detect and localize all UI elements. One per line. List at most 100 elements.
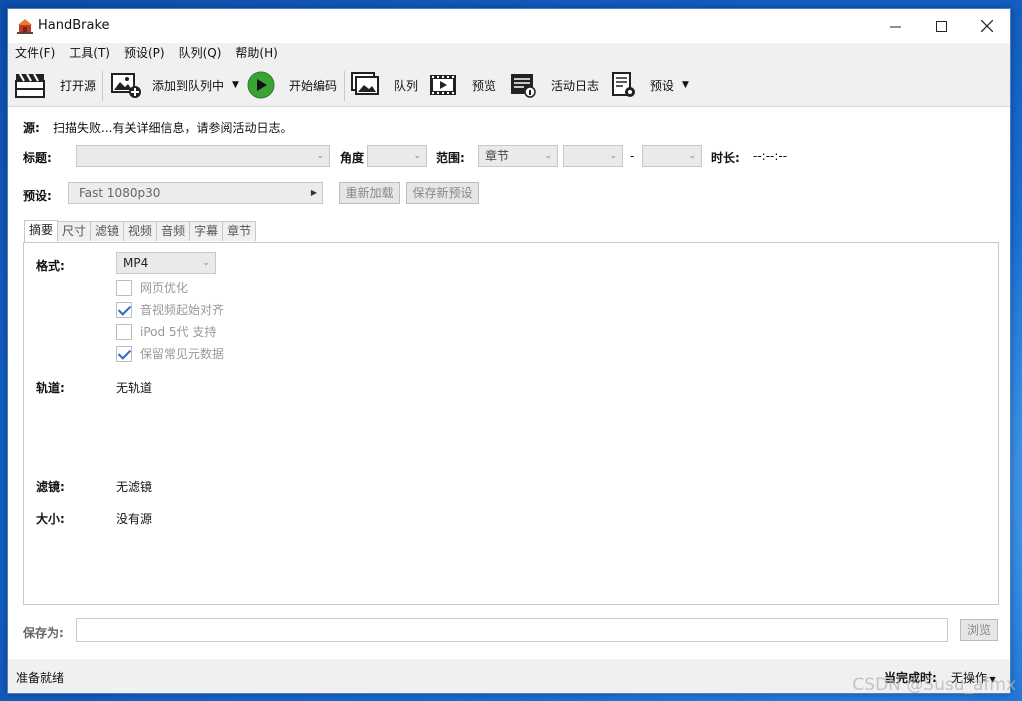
title-select[interactable]: ⌄ (76, 145, 330, 167)
web-optimized-checkbox[interactable] (116, 279, 132, 296)
tab-chapters[interactable]: 章节 (222, 221, 257, 241)
preset-select[interactable]: Fast 1080p30 ▶ (68, 182, 323, 204)
menu-presets[interactable]: 预设(P) (117, 43, 172, 63)
source-label: 源: (23, 121, 40, 135)
tab-audio[interactable]: 音频 (156, 221, 191, 241)
queue-label: 队列 (394, 78, 419, 93)
chevron-down-icon: ⌄ (413, 151, 421, 161)
open-source-label: 打开源 (60, 78, 97, 93)
queue-stack-icon (351, 72, 379, 95)
menu-tools[interactable]: 工具(T) (62, 43, 117, 63)
activity-log-label: 活动日志 (551, 78, 600, 93)
tracks-label: 轨道: (36, 381, 65, 395)
source-status: 扫描失败...有关详细信息，请参阅活动日志。 (53, 121, 293, 135)
chevron-down-icon: ⌄ (316, 151, 324, 161)
save-as-input[interactable] (76, 618, 948, 642)
chevron-down-icon: ⌄ (609, 151, 617, 161)
tab-subtitles[interactable]: 字幕 (189, 221, 224, 241)
presets-button[interactable]: 预设 ▼ (611, 65, 689, 105)
toolbar-separator (102, 71, 103, 101)
add-to-queue-button[interactable]: 添加到队列中 ▼ (110, 65, 239, 105)
web-optimized-option[interactable]: 网页优化 (116, 279, 188, 296)
reload-preset-button[interactable]: 重新加载 (339, 182, 400, 204)
close-button[interactable] (964, 9, 1010, 43)
watermark: CSDN @Susu_afmx (852, 675, 1016, 695)
web-optimized-label: 网页优化 (140, 281, 189, 295)
range-end-select[interactable]: ⌄ (642, 145, 702, 167)
format-value: MP4 (123, 256, 149, 270)
browse-button[interactable]: 浏览 (960, 619, 998, 641)
menu-file[interactable]: 文件(F) (8, 43, 62, 63)
menu-queue[interactable]: 队列(Q) (172, 43, 229, 63)
metadata-label: 保留常见元数据 (140, 347, 225, 361)
tab-strip: 摘要 尺寸 滤镜 视频 音频 字幕 章节 (24, 220, 257, 242)
activity-log-button[interactable]: 活动日志 (509, 65, 599, 105)
align-av-checkbox[interactable] (116, 301, 132, 318)
format-label: 格式: (36, 259, 65, 273)
ipod-support-label: iPod 5代 支持 (140, 325, 217, 339)
metadata-checkbox[interactable] (116, 345, 132, 362)
status-text: 准备就绪 (16, 671, 65, 685)
range-type-select[interactable]: 章节 ⌄ (478, 145, 558, 167)
metadata-option[interactable]: 保留常见元数据 (116, 345, 224, 362)
preset-value: Fast 1080p30 (79, 186, 161, 200)
filters-label: 滤镜: (36, 480, 65, 494)
size-value: 没有源 (116, 512, 153, 526)
preset-label: 预设: (23, 189, 52, 203)
queue-button[interactable]: 队列 (350, 65, 418, 105)
chevron-down-icon: ⌄ (688, 151, 696, 161)
minimize-button[interactable] (872, 9, 918, 43)
toolbar-separator (344, 71, 345, 101)
film-preview-icon (430, 75, 456, 95)
save-as-label: 保存为: (23, 626, 64, 640)
align-av-option[interactable]: 音视频起始对齐 (116, 301, 224, 318)
align-av-label: 音视频起始对齐 (140, 303, 225, 317)
preview-button[interactable]: 预览 (429, 65, 496, 105)
window-title: HandBrake (38, 18, 110, 33)
tracks-value: 无轨道 (116, 381, 153, 395)
format-select[interactable]: MP4 ⌄ (116, 252, 216, 274)
presets-doc-gear-icon (612, 72, 635, 97)
preview-label: 预览 (472, 78, 497, 93)
duration-label: 时长: (711, 151, 740, 165)
range-start-select[interactable]: ⌄ (563, 145, 623, 167)
menu-help[interactable]: 帮助(H) (228, 43, 284, 63)
range-label: 范围: (436, 151, 465, 165)
chevron-down-icon: ⌄ (544, 151, 552, 161)
title-bar: HandBrake (8, 9, 1010, 43)
toolbar: 打开源 添加到队列中 ▼ 开始编码 队列 预览 活动日志 预设 ▼ (8, 65, 1010, 105)
angle-label: 角度 (340, 151, 365, 165)
maximize-button[interactable] (918, 9, 964, 43)
chevron-right-icon: ▶ (310, 188, 317, 197)
add-to-queue-label: 添加到队列中 (152, 78, 225, 93)
open-source-button[interactable]: 打开源 (14, 65, 96, 105)
save-new-preset-button[interactable]: 保存新预设 (406, 182, 479, 204)
filters-value: 无滤镜 (116, 480, 153, 494)
range-type-value: 章节 (485, 149, 510, 163)
presets-dropdown-icon[interactable]: ▼ (682, 80, 689, 90)
menu-bar: 文件(F) 工具(T) 预设(P) 队列(Q) 帮助(H) (8, 43, 1010, 63)
tab-filters[interactable]: 滤镜 (90, 221, 125, 241)
maximize-icon (935, 20, 947, 32)
start-encode-label: 开始编码 (289, 78, 338, 93)
presets-label: 预设 (650, 78, 675, 93)
start-encode-button[interactable]: 开始编码 (247, 65, 337, 105)
size-label: 大小: (36, 512, 65, 526)
title-label: 标题: (23, 151, 52, 165)
ipod-support-checkbox[interactable] (116, 323, 132, 340)
add-to-queue-dropdown-icon[interactable]: ▼ (232, 80, 239, 90)
minimize-icon (889, 26, 901, 27)
summary-panel: 格式: MP4 ⌄ 网页优化 音视频起始对齐 iPod 5代 支持 保留常见元数据… (23, 242, 999, 605)
add-image-icon (111, 73, 141, 98)
range-dash: - (630, 149, 635, 163)
handbrake-window: HandBrake 文件(F) 工具(T) 预设(P) 队列(Q) 帮助(H) … (7, 8, 1011, 694)
ipod-support-option[interactable]: iPod 5代 支持 (116, 323, 216, 340)
tab-summary[interactable]: 摘要 (24, 220, 59, 242)
angle-select[interactable]: ⌄ (367, 145, 427, 167)
chevron-down-icon: ⌄ (202, 258, 210, 268)
duration-value: --:--:-- (753, 149, 788, 163)
tab-video[interactable]: 视频 (123, 221, 158, 241)
activity-log-icon (511, 74, 536, 98)
close-icon (981, 20, 993, 32)
tab-dimensions[interactable]: 尺寸 (57, 221, 92, 241)
